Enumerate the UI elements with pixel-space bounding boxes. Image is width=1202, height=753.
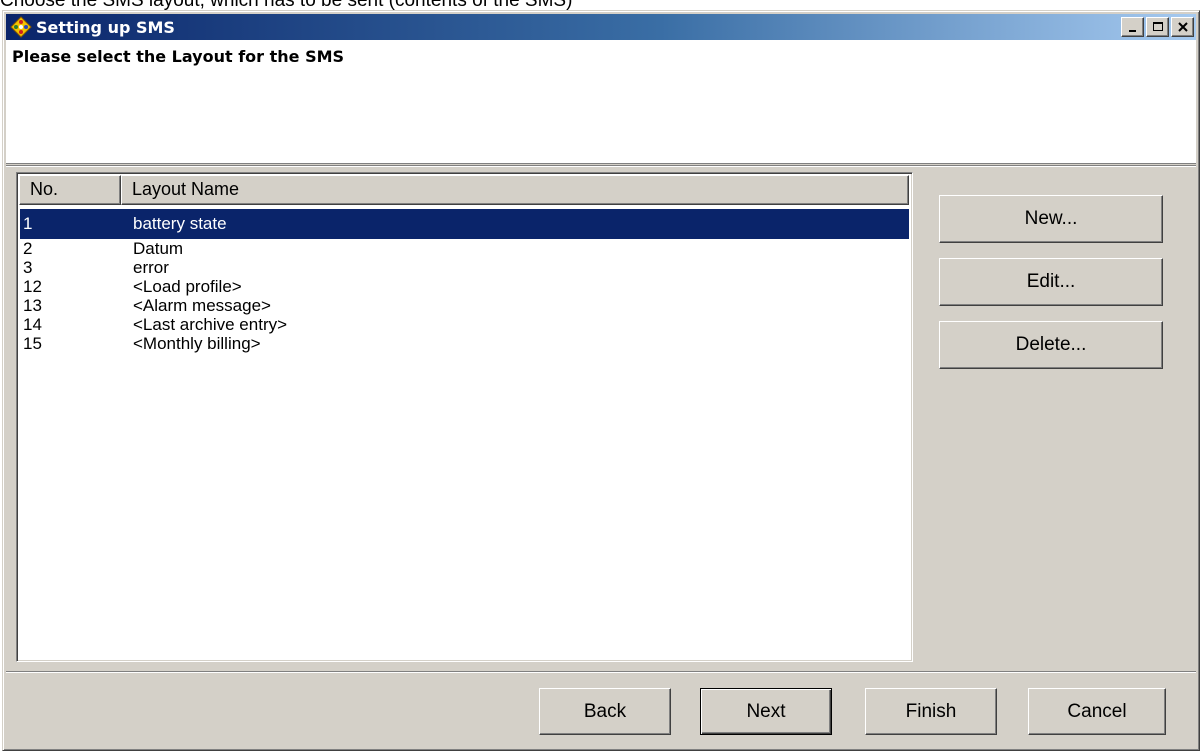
row-layout-name: <Load profile>	[133, 277, 242, 296]
row-layout-name: <Alarm message>	[133, 296, 271, 315]
row-number: 1	[23, 214, 33, 233]
sms-setup-window: Setting up SMS Please select the Layout	[2, 10, 1200, 751]
row-layout-name: <Monthly billing>	[133, 334, 261, 353]
maximize-button[interactable]	[1146, 17, 1169, 37]
close-button[interactable]	[1171, 17, 1194, 37]
list-row-selected[interactable]: 1 battery state	[20, 209, 909, 239]
cancel-button[interactable]: Cancel	[1028, 688, 1166, 735]
row-layout-name: Datum	[133, 239, 184, 258]
list-row[interactable]: 15 <Monthly billing>	[20, 334, 909, 353]
close-icon	[1177, 22, 1188, 32]
row-layout-name: battery state	[133, 214, 227, 233]
column-header-no[interactable]: No.	[19, 175, 121, 205]
row-number: 14	[23, 315, 42, 334]
window-controls	[1121, 17, 1194, 37]
minimize-button[interactable]	[1121, 17, 1144, 37]
header-instruction: Please select the Layout for the SMS	[12, 47, 345, 66]
footer-divider	[6, 671, 1196, 673]
row-number: 15	[23, 334, 42, 353]
list-row[interactable]: 3 error	[20, 258, 909, 277]
list-row[interactable]: 12 <Load profile>	[20, 277, 909, 296]
list-row[interactable]: 13 <Alarm message>	[20, 296, 909, 315]
edit-button[interactable]: Edit...	[939, 258, 1163, 306]
back-button[interactable]: Back	[539, 688, 671, 735]
next-button[interactable]: Next	[700, 688, 832, 735]
row-number: 13	[23, 296, 42, 315]
title-bar[interactable]: Setting up SMS	[6, 14, 1196, 40]
window-title: Setting up SMS	[36, 17, 175, 37]
maximize-icon	[1152, 22, 1163, 31]
row-number: 2	[23, 239, 33, 258]
finish-button[interactable]: Finish	[865, 688, 997, 735]
list-rows: 1 battery state 2 Datum 3 error 12 <Load…	[20, 209, 909, 353]
row-number: 3	[23, 258, 33, 277]
delete-button[interactable]: Delete...	[939, 321, 1163, 369]
row-number: 12	[23, 277, 42, 296]
wizard-header: Please select the Layout for the SMS	[6, 40, 1196, 164]
header-divider	[6, 165, 1196, 167]
sms-wizard-icon	[10, 16, 32, 38]
list-row[interactable]: 14 <Last archive entry>	[20, 315, 909, 334]
minimize-icon	[1128, 30, 1136, 32]
layout-list[interactable]: No. Layout Name 1 battery state 2 Datum …	[16, 172, 913, 662]
row-layout-name: <Last archive entry>	[133, 315, 288, 334]
column-header-layout-name[interactable]: Layout Name	[121, 175, 909, 205]
list-header: No. Layout Name	[19, 175, 909, 205]
new-button[interactable]: New...	[939, 195, 1163, 243]
row-layout-name: error	[133, 258, 169, 277]
list-row[interactable]: 2 Datum	[20, 239, 909, 258]
